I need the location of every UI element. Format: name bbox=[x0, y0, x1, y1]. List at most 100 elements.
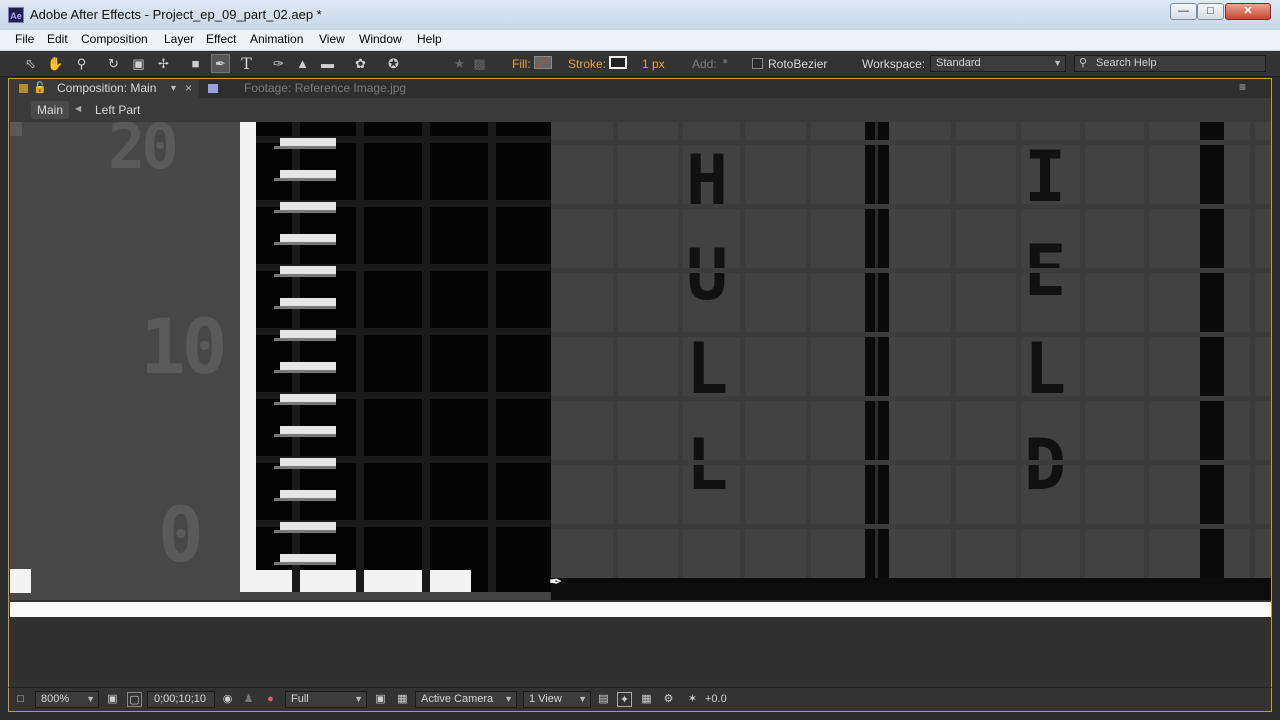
tick-mark-shadow bbox=[274, 242, 336, 245]
current-time-display[interactable]: 0;00;10;10 bbox=[147, 691, 215, 708]
lock-icon[interactable]: 🔓 bbox=[33, 79, 47, 98]
tick-mark-shadow bbox=[274, 434, 336, 437]
rotation-tool-icon[interactable]: ↻ bbox=[104, 54, 123, 73]
workspace-select[interactable]: Standard ▼ bbox=[930, 55, 1066, 72]
close-tab-icon[interactable]: × bbox=[185, 79, 192, 98]
menu-window[interactable]: Window bbox=[359, 32, 402, 46]
snapshot-camera-icon[interactable]: ◉ bbox=[220, 692, 235, 707]
search-icon: ⚲ bbox=[1079, 57, 1088, 69]
panel-grid-line bbox=[1144, 122, 1149, 578]
zoom-tool-icon[interactable]: ⚲ bbox=[72, 54, 91, 73]
puppet-pin-tool-icon[interactable]: ✪ bbox=[384, 54, 403, 73]
chevron-down-icon: ▼ bbox=[86, 694, 95, 704]
panel-grid-line bbox=[1016, 122, 1021, 578]
tick-mark bbox=[280, 362, 336, 370]
close-button[interactable]: ✕ bbox=[1225, 3, 1271, 20]
hand-tool-icon[interactable]: ✋ bbox=[46, 54, 65, 73]
tab-footage-reference[interactable]: Footage: Reference Image.jpg bbox=[206, 79, 446, 98]
composition-canvas[interactable]: 20 10 0 H U L L I E L D ✒ bbox=[10, 122, 1271, 600]
chevron-down-icon: ▼ bbox=[578, 694, 587, 704]
tick-mark-shadow bbox=[274, 562, 336, 565]
tick-mark bbox=[280, 458, 336, 466]
always-preview-icon[interactable]: □ bbox=[13, 692, 28, 707]
tick-mark bbox=[280, 298, 336, 306]
magnification-select[interactable]: 800% ▼ bbox=[35, 691, 99, 708]
tick-mark-shadow bbox=[274, 466, 336, 469]
mask-visibility-icon[interactable]: ▢ bbox=[127, 692, 142, 707]
menu-composition[interactable]: Composition bbox=[81, 32, 148, 46]
composition-panel-tabs: 🔓 Composition: Main ▼ × Footage: Referen… bbox=[8, 78, 1272, 98]
panel-options-icon[interactable]: ≡ bbox=[1239, 80, 1246, 94]
panel-grid-line bbox=[551, 396, 1271, 401]
brush-tool-icon[interactable]: ✑ bbox=[269, 54, 288, 73]
flowchart-icon[interactable]: ⚙ bbox=[661, 692, 676, 707]
tab-footage-label: Footage: Reference Image.jpg bbox=[244, 81, 407, 95]
stroke-label: Stroke: bbox=[568, 57, 607, 71]
stroke-color-swatch[interactable] bbox=[609, 56, 627, 69]
roto-brush-tool-icon[interactable]: ✿ bbox=[351, 54, 370, 73]
letter-u: U bbox=[686, 234, 728, 316]
resolution-select[interactable]: Full ▼ bbox=[285, 691, 367, 708]
fill-label: Fill: bbox=[512, 57, 531, 71]
tick-mark-shadow bbox=[274, 178, 336, 181]
letter-d: D bbox=[1024, 424, 1066, 506]
breadcrumb-left-part[interactable]: Left Part bbox=[89, 101, 146, 119]
letter-l: L bbox=[686, 424, 728, 506]
tick-mark bbox=[280, 202, 336, 210]
timeline-icon[interactable]: ▦ bbox=[639, 692, 654, 707]
add-label: Add: bbox=[692, 57, 717, 71]
tick-mark bbox=[280, 490, 336, 498]
camera-tool-icon[interactable]: ▣ bbox=[129, 54, 148, 73]
menu-layer[interactable]: Layer bbox=[164, 32, 194, 46]
rotobezier-checkbox[interactable] bbox=[752, 58, 763, 69]
reset-exposure-icon[interactable]: ✶ bbox=[685, 692, 700, 707]
toggle-pixel-aspect-icon[interactable]: ▤ bbox=[596, 692, 611, 707]
color-channels-icon[interactable]: ● bbox=[263, 692, 278, 707]
safe-margins-icon[interactable]: ▣ bbox=[105, 692, 120, 707]
chevron-down-icon[interactable]: ▼ bbox=[169, 79, 178, 98]
panel-grid-line bbox=[551, 460, 1271, 465]
menu-edit[interactable]: Edit bbox=[47, 32, 68, 46]
panel-grid-line bbox=[1250, 122, 1255, 578]
type-tool-icon[interactable]: T bbox=[237, 54, 256, 73]
scale-label-10: 10 bbox=[140, 302, 227, 391]
chevron-down-icon: ▼ bbox=[354, 694, 363, 704]
clone-stamp-tool-icon[interactable]: ▲ bbox=[293, 54, 312, 73]
minimize-button[interactable]: — bbox=[1170, 3, 1197, 20]
search-help-placeholder: Search Help bbox=[1096, 57, 1157, 69]
tools-panel: ⬁ ✋ ⚲ ↻ ▣ ✢ ■ ✒ T ✑ ▲ ▬ ✿ ✪ ★ ▩ Fill: St… bbox=[0, 51, 1280, 77]
eraser-tool-icon[interactable]: ▬ bbox=[318, 54, 337, 73]
pan-behind-tool-icon[interactable]: ✢ bbox=[154, 54, 173, 73]
search-help-field[interactable]: ⚲ Search Help bbox=[1074, 55, 1266, 72]
show-snapshot-icon[interactable]: ♟ bbox=[241, 692, 256, 707]
composition-viewer[interactable]: 20 10 0 H U L L I E L D ✒ bbox=[8, 122, 1272, 687]
tick-mark bbox=[280, 330, 336, 338]
transparency-grid-icon[interactable]: ▦ bbox=[395, 692, 410, 707]
tab-composition-main[interactable]: 🔓 Composition: Main ▼ × bbox=[9, 79, 199, 98]
camera-view-select[interactable]: Active Camera ▼ bbox=[415, 691, 517, 708]
view-layout-select[interactable]: 1 View ▼ bbox=[523, 691, 591, 708]
region-of-interest-icon[interactable]: ▣ bbox=[373, 692, 388, 707]
black-bottom-edge bbox=[551, 578, 1271, 600]
breadcrumb-main[interactable]: Main bbox=[31, 101, 70, 119]
after-effects-app-icon: Ae bbox=[8, 7, 24, 23]
white-axis-line bbox=[240, 122, 256, 592]
chevron-down-icon: ▼ bbox=[1053, 58, 1062, 68]
stroke-width-value[interactable]: 1 px bbox=[642, 57, 665, 71]
menu-animation[interactable]: Animation bbox=[250, 32, 303, 46]
exposure-value[interactable]: +0.0 bbox=[705, 691, 727, 708]
rectangle-tool-icon[interactable]: ■ bbox=[186, 54, 205, 73]
panel-menu-icon[interactable] bbox=[19, 84, 28, 93]
menu-view[interactable]: View bbox=[319, 32, 345, 46]
maximize-button[interactable]: □ bbox=[1197, 3, 1224, 20]
black-grid-area bbox=[256, 122, 551, 570]
menu-help[interactable]: Help bbox=[417, 32, 442, 46]
panel-grid-line bbox=[951, 122, 956, 578]
menu-file[interactable]: File bbox=[15, 32, 34, 46]
fast-previews-icon[interactable]: ✦ bbox=[617, 692, 632, 707]
fill-color-swatch[interactable] bbox=[534, 56, 552, 69]
menu-effect[interactable]: Effect bbox=[206, 32, 236, 46]
add-menu-icon[interactable]: ● bbox=[718, 55, 732, 69]
selection-tool-icon[interactable]: ⬁ bbox=[21, 54, 40, 73]
pen-tool-icon[interactable]: ✒ bbox=[211, 54, 230, 73]
